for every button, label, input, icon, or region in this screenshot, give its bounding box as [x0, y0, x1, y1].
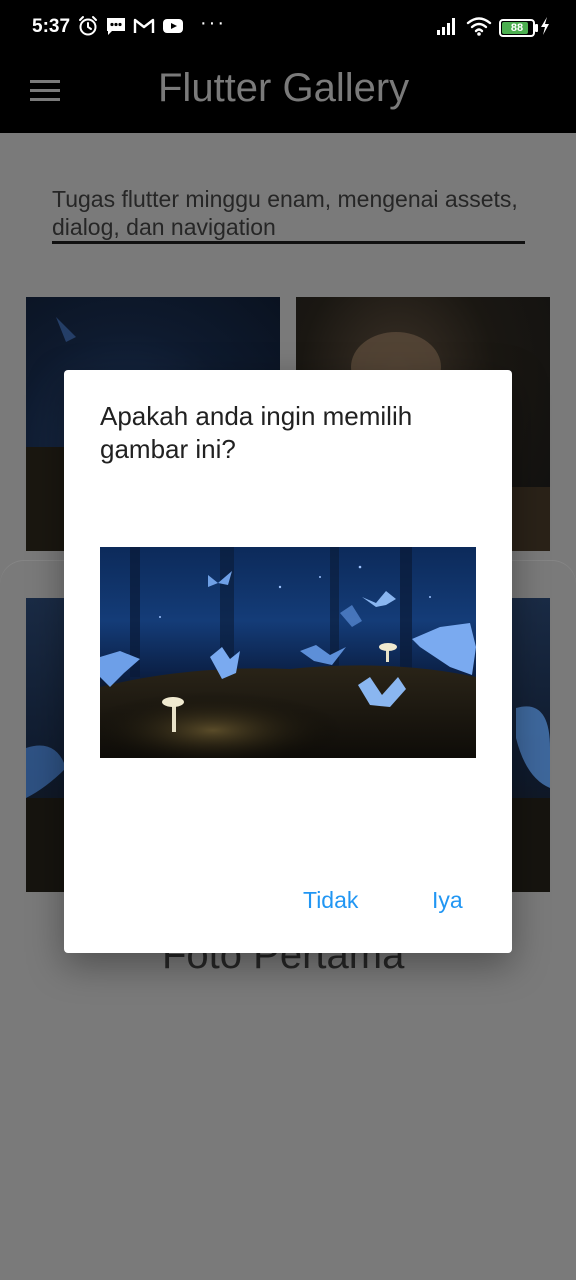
- dialog-image: [100, 547, 476, 758]
- message-icon: [107, 18, 125, 35]
- gmail-icon: [133, 18, 155, 33]
- youtube-icon: [163, 19, 183, 33]
- hamburger-menu-icon[interactable]: [30, 80, 60, 102]
- status-bar: 5:37 ··· 88: [0, 0, 576, 56]
- dialog-title: Apakah anda ingin memilih gambar ini?: [100, 401, 413, 464]
- signal-icon: [437, 18, 455, 35]
- confirm-button[interactable]: Iya: [426, 883, 469, 918]
- app-title: Flutter Gallery: [158, 66, 410, 110]
- cancel-button[interactable]: Tidak: [297, 883, 364, 918]
- battery-icon: 88: [499, 19, 535, 37]
- app-bar: Flutter Gallery: [0, 56, 576, 133]
- page-subtitle: Tugas flutter minggu enam, mengenai asse…: [52, 186, 518, 240]
- battery-nub: [535, 24, 538, 32]
- status-time: 5:37: [32, 16, 71, 37]
- battery-percent: 88: [510, 22, 524, 34]
- wifi-icon: [466, 17, 492, 36]
- dialog-actions: Tidak Iya: [64, 875, 512, 927]
- more-notifications-icon: ···: [200, 12, 226, 34]
- subtitle-underline: [52, 241, 525, 244]
- charging-icon: [541, 17, 549, 35]
- confirm-dialog: Apakah anda ingin memilih gambar ini? Ti…: [64, 370, 512, 953]
- alarm-icon: [79, 16, 97, 36]
